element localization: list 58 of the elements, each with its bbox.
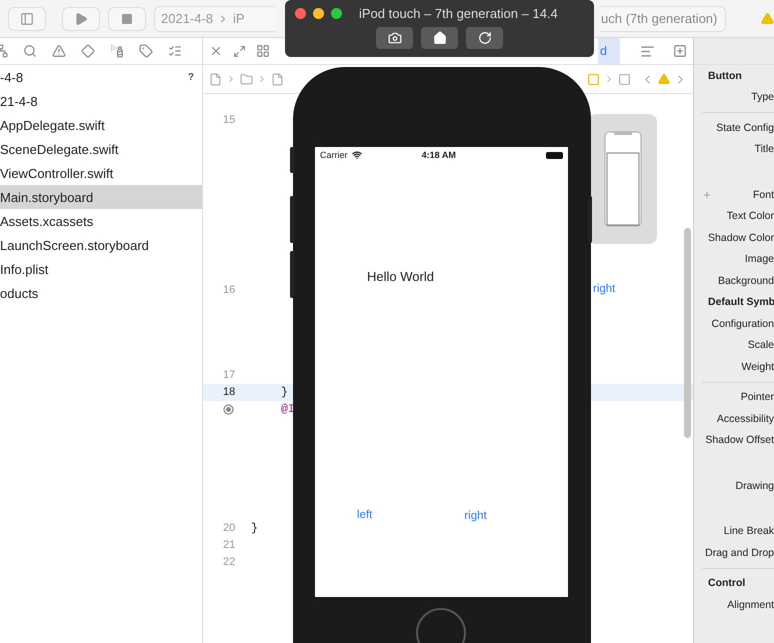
file-item[interactable]: Main.storyboard [0, 185, 202, 209]
file-item[interactable]: Info.plist [0, 257, 202, 281]
file-item[interactable]: -4-8 ? [0, 65, 202, 89]
property-label: Shadow Offset [705, 434, 774, 446]
section-heading: Control [708, 577, 746, 590]
line-number: 18 [223, 385, 236, 400]
file-name: oducts [0, 286, 38, 300]
file-item[interactable]: 21-4-8 [0, 89, 202, 113]
button-label: right [593, 283, 616, 295]
property-label: Text Color [726, 210, 774, 222]
file-item[interactable]: LaunchScreen.storyboard [0, 233, 202, 257]
property-label: State Config [716, 122, 774, 134]
text-button[interactable]: right [464, 510, 487, 522]
text-button[interactable]: left [357, 507, 372, 522]
property-label: Drag and Drop [705, 546, 774, 559]
file-name: Assets.xcassets [0, 214, 94, 228]
line-number: 20 [223, 521, 236, 536]
property-label: Type [751, 91, 774, 104]
code-text: @I [281, 402, 295, 418]
property-label: Weight [742, 360, 774, 373]
line-number: 17 [223, 368, 236, 383]
property-label: Font [752, 188, 774, 201]
property-label: Title [754, 143, 774, 156]
file-name: AppDelegate.swift [0, 118, 105, 132]
file-name: ViewController.swift [0, 166, 114, 180]
property-label: Accessibility [716, 412, 774, 425]
property-label: Background [718, 274, 774, 287]
property-label: Pointer [740, 391, 774, 404]
file-item[interactable]: ViewController.swift [0, 161, 202, 185]
line-number: 16 [223, 283, 236, 298]
carrier-label: Carrier [320, 150, 348, 160]
file-name: LaunchScreen.storyboard [0, 238, 149, 252]
section-heading: Button [708, 70, 742, 82]
status-label: ? [188, 72, 194, 82]
code-text: } [251, 521, 258, 537]
file-name: SceneDelegate.swift [0, 142, 119, 156]
property-label: Line Break [724, 525, 774, 538]
file-item[interactable]: oducts [0, 281, 202, 305]
property-label: Drawing [735, 480, 774, 492]
code-text: } [281, 385, 288, 401]
property-label: Shadow Color [708, 232, 774, 244]
property-label: Image [744, 253, 774, 266]
file-item[interactable]: Assets.xcassets [0, 209, 202, 233]
file-name: Info.plist [0, 262, 48, 276]
line-number: 15 [223, 113, 236, 128]
file-name: -4-8 [0, 70, 24, 84]
property-label: Configuration [712, 318, 774, 330]
line-number: 22 [223, 555, 236, 570]
line-number: 21 [223, 538, 236, 553]
file-item[interactable]: AppDelegate.swift [0, 113, 202, 137]
window-title: iPod touch – 7th generation – 14.4 [359, 6, 558, 21]
property-label: Scale [748, 339, 774, 352]
hello-label: Hello World [367, 269, 435, 284]
file-name: Main.storyboard [0, 190, 94, 204]
property-label: Alignment [727, 598, 774, 611]
status-time: 4:18 AM [420, 150, 457, 160]
file-name: 21-4-8 [0, 94, 38, 108]
file-item[interactable]: SceneDelegate.swift [0, 137, 202, 161]
